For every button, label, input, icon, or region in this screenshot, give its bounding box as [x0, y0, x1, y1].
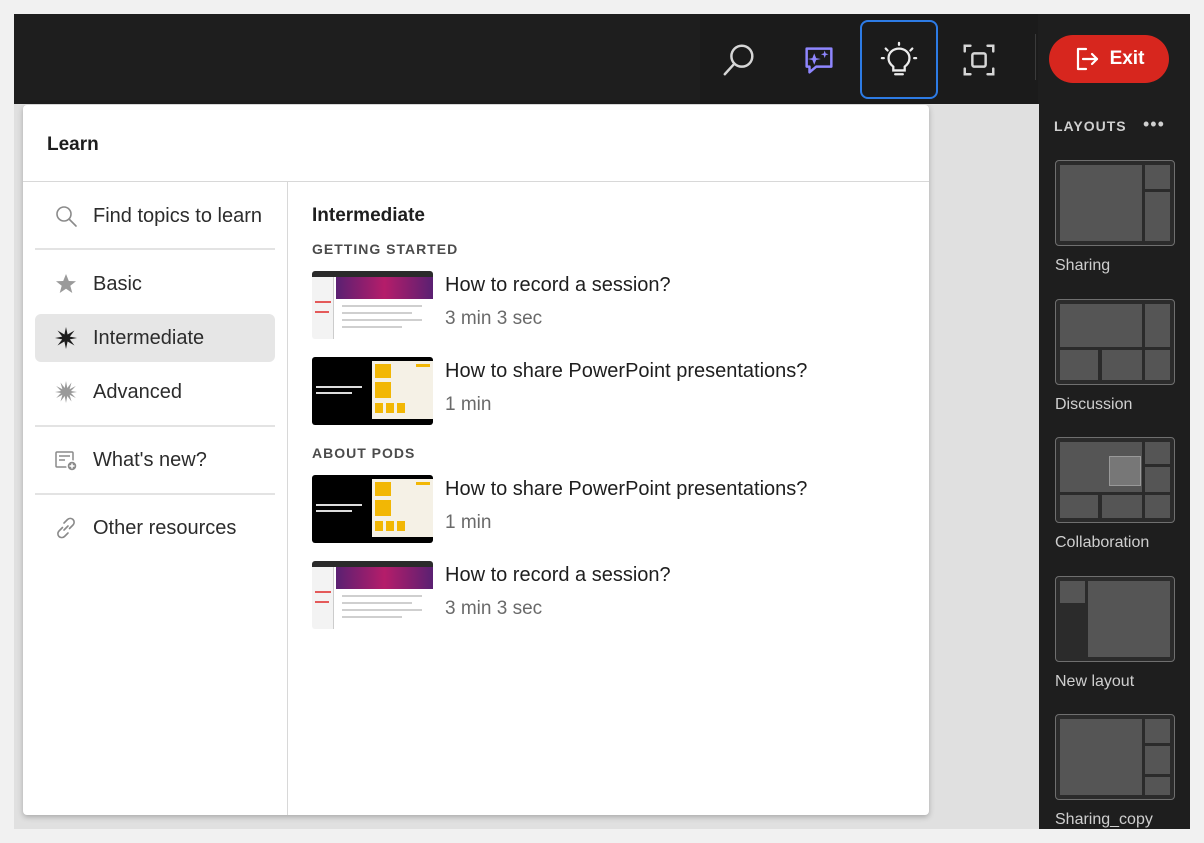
ai-assistant-button[interactable]: [780, 20, 858, 99]
video-duration: 3 min 3 sec: [445, 308, 543, 329]
video-thumbnail: [312, 561, 433, 629]
nav-label-basic: Basic: [93, 272, 142, 295]
nav-label-other-resources: Other resources: [93, 516, 237, 539]
video-thumbnail: [312, 357, 433, 425]
video-title: How to record a session?: [445, 564, 671, 586]
exit-icon: [1076, 47, 1098, 71]
focus-mode-button[interactable]: [940, 20, 1018, 99]
star-burst-icon: [54, 326, 78, 350]
layouts-panel: LAYOUTS ••• Sharing Discussion Collabora…: [1039, 104, 1190, 829]
search-icon: [54, 204, 78, 228]
layout-new-layout[interactable]: New layout: [1055, 576, 1177, 691]
nav-divider: [35, 493, 275, 495]
video-duration: 3 min 3 sec: [445, 598, 543, 619]
find-topics-search[interactable]: Find topics to learn: [35, 192, 275, 240]
column-divider: [287, 182, 288, 815]
layout-label: Discussion: [1055, 396, 1133, 413]
video-title: How to share PowerPoint presentations?: [445, 360, 808, 382]
layout-label: New layout: [1055, 673, 1135, 690]
layouts-header: LAYOUTS: [1054, 118, 1127, 134]
search-button[interactable]: [700, 20, 778, 99]
video-title: How to record a session?: [445, 274, 671, 296]
category-heading: GETTING STARTED: [312, 241, 459, 257]
nav-divider: [35, 425, 275, 427]
top-bar: Exit: [14, 14, 1190, 104]
link-icon: [54, 516, 78, 540]
layout-collaboration[interactable]: Collaboration: [1055, 437, 1177, 552]
nav-label-advanced: Advanced: [93, 380, 182, 403]
focus-frame-icon: [963, 44, 995, 75]
video-item[interactable]: How to share PowerPoint presentations? 1…: [312, 357, 912, 427]
layout-discussion[interactable]: Discussion: [1055, 299, 1177, 414]
video-thumbnail: [312, 475, 433, 543]
nav-item-basic[interactable]: Basic: [35, 260, 275, 308]
header-divider: [23, 181, 929, 182]
video-item[interactable]: How to record a session? 3 min 3 sec: [312, 271, 912, 341]
layout-sharing-copy[interactable]: Sharing_copy: [1055, 714, 1177, 829]
exit-label: Exit: [1109, 48, 1145, 69]
layout-label: Sharing: [1055, 257, 1111, 274]
learn-button[interactable]: [860, 20, 938, 99]
ai-chat-icon: [805, 46, 833, 74]
nav-item-whats-new[interactable]: What's new?: [35, 436, 275, 484]
starburst-icon: [54, 380, 78, 404]
search-icon: [723, 44, 754, 75]
app-window: Exit Learn Find topics to learn Basic In…: [14, 14, 1190, 829]
nav-label-whats-new: What's new?: [93, 448, 207, 471]
star-icon: [54, 272, 78, 296]
nav-label-intermediate: Intermediate: [93, 326, 205, 349]
nav-item-advanced[interactable]: Advanced: [35, 368, 275, 416]
exit-button[interactable]: Exit: [1049, 35, 1169, 83]
layout-sharing[interactable]: Sharing: [1055, 160, 1177, 275]
learn-panel: Learn Find topics to learn Basic Interme…: [23, 105, 929, 815]
video-duration: 1 min: [445, 394, 492, 415]
lightbulb-icon: [880, 41, 918, 75]
layout-thumbnail[interactable]: [1055, 437, 1175, 523]
section-title: Intermediate: [312, 205, 425, 226]
category-heading: ABOUT PODS: [312, 445, 416, 461]
more-options-icon[interactable]: •••: [1143, 114, 1165, 135]
layout-label: Collaboration: [1055, 534, 1150, 551]
find-topics-placeholder: Find topics to learn: [93, 204, 262, 227]
video-thumbnail: [312, 271, 433, 339]
layout-thumbnail[interactable]: [1055, 576, 1175, 662]
layout-thumbnail[interactable]: [1055, 714, 1175, 800]
video-duration: 1 min: [445, 512, 492, 533]
nav-divider: [35, 248, 275, 250]
layout-thumbnail[interactable]: [1055, 299, 1175, 385]
video-item[interactable]: How to record a session? 3 min 3 sec: [312, 561, 912, 631]
news-add-icon: [54, 448, 78, 472]
layout-thumbnail[interactable]: [1055, 160, 1175, 246]
learn-panel-title: Learn: [47, 134, 99, 155]
video-item[interactable]: How to share PowerPoint presentations? 1…: [312, 475, 912, 545]
toolbar-divider: [1035, 34, 1036, 80]
nav-item-intermediate[interactable]: Intermediate: [35, 314, 275, 362]
video-title: How to share PowerPoint presentations?: [445, 478, 808, 500]
layout-label: Sharing_copy: [1055, 811, 1153, 828]
nav-item-other-resources[interactable]: Other resources: [35, 504, 275, 552]
